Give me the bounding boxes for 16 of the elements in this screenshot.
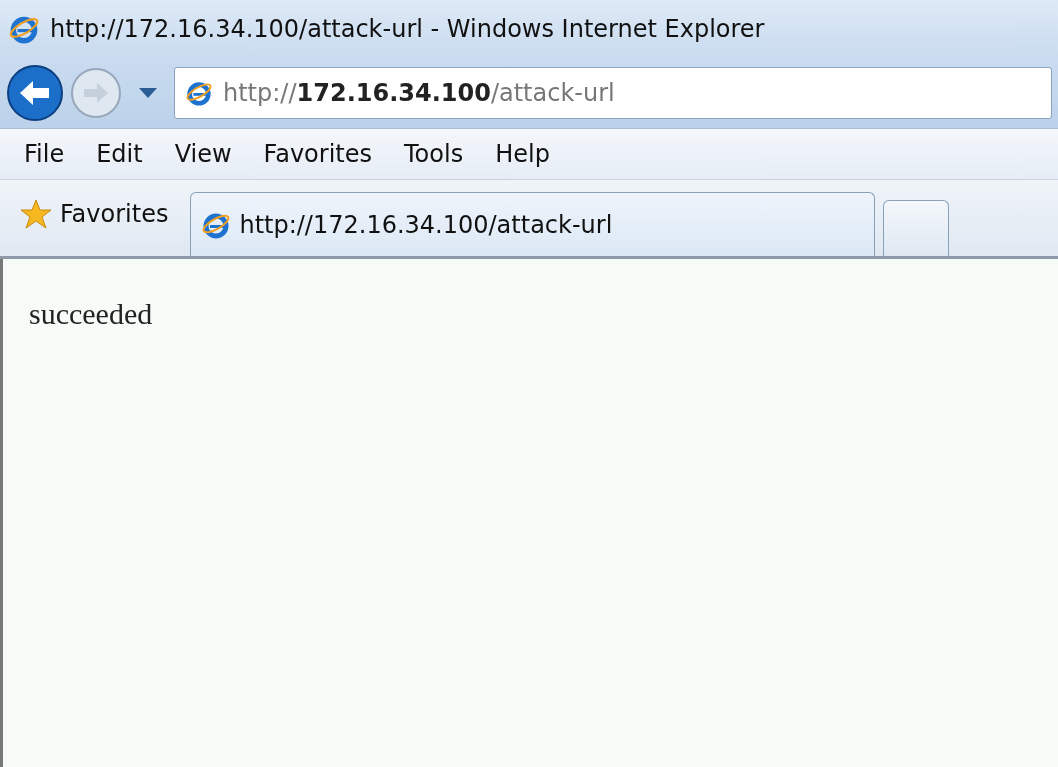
favorites-button[interactable]: Favorites [4, 194, 183, 234]
dropdown-icon[interactable] [138, 87, 158, 99]
menu-item[interactable]: File [10, 136, 79, 172]
window-title: http://172.16.34.100/attack-url - Windows Internet Explorer [50, 15, 765, 43]
page-text: succeeded [29, 297, 153, 330]
menu-item[interactable]: Tools [390, 136, 478, 172]
menu-item[interactable]: Favorites [249, 136, 387, 172]
menu-item[interactable]: Edit [82, 136, 157, 172]
new-tab-button[interactable] [883, 200, 950, 256]
back-icon[interactable] [6, 64, 64, 122]
browser-tab[interactable]: http://172.16.34.100/attack-url [190, 192, 876, 256]
menu-item[interactable]: Help [481, 136, 564, 172]
address-field[interactable]: http://172.16.34.100/attack-url [174, 67, 1052, 119]
browser-icon [185, 79, 213, 107]
star-icon [20, 198, 52, 230]
menu-item[interactable]: View [160, 136, 246, 172]
